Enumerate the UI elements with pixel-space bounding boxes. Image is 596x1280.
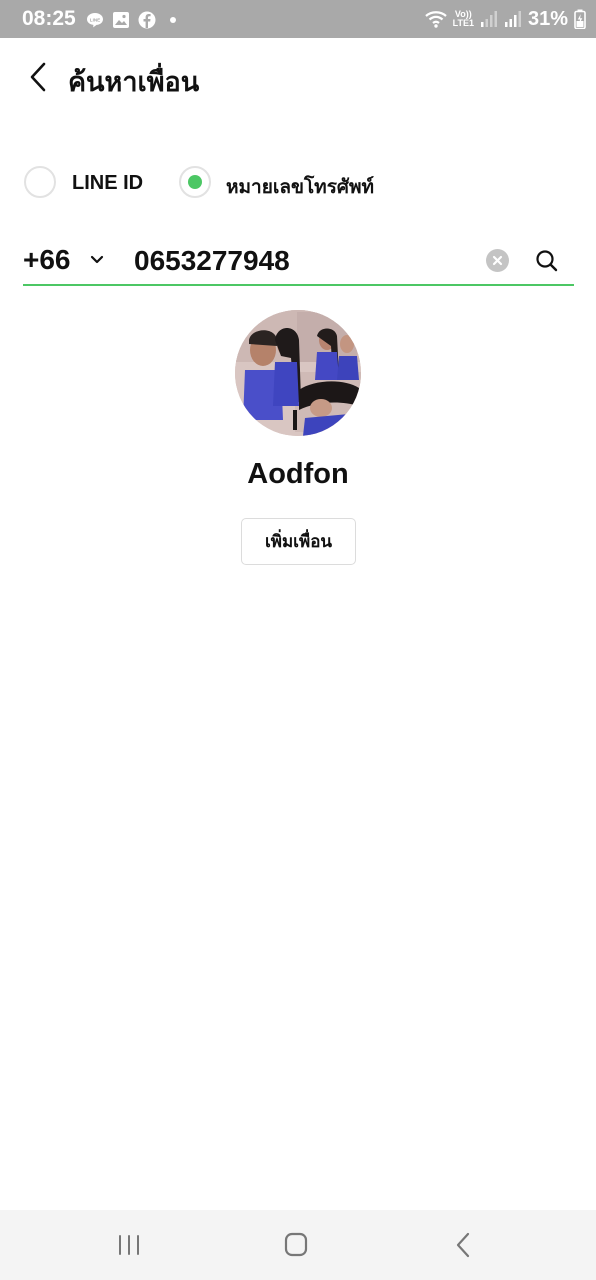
profile-photo bbox=[235, 310, 361, 436]
radio-selected-dot bbox=[188, 175, 202, 189]
status-right-group: Vo)) LTE1 31% bbox=[424, 6, 586, 32]
add-friend-button[interactable]: เพิ่มเพื่อน bbox=[241, 518, 356, 565]
radio-line-id-label[interactable]: LINE ID bbox=[72, 172, 143, 195]
radio-phone-number[interactable] bbox=[179, 166, 211, 198]
battery-percent: 31% bbox=[527, 7, 568, 30]
radio-line-id[interactable] bbox=[24, 166, 56, 198]
profile-name: Aodfon bbox=[247, 458, 349, 490]
nav-back-icon[interactable] bbox=[444, 1230, 484, 1260]
recent-apps-icon[interactable] bbox=[110, 1230, 150, 1260]
wifi-icon bbox=[424, 11, 447, 28]
phone-number-input[interactable] bbox=[134, 240, 474, 282]
volte-bottom-label: LTE1 bbox=[452, 18, 474, 28]
system-nav-bar bbox=[0, 1210, 596, 1280]
home-icon[interactable] bbox=[276, 1230, 316, 1260]
search-button[interactable] bbox=[534, 248, 560, 274]
back-button[interactable] bbox=[24, 58, 54, 96]
chevron-down-icon[interactable] bbox=[89, 252, 105, 268]
gallery-notification-icon bbox=[113, 12, 129, 28]
radio-phone-number-label[interactable]: หมายเลขโทรศัพท์ bbox=[226, 172, 374, 202]
clear-input-button[interactable] bbox=[486, 249, 509, 272]
country-code-selector[interactable]: +66 bbox=[23, 244, 71, 276]
signal-icon-sim2 bbox=[504, 11, 521, 27]
page-title: ค้นหาเพื่อน bbox=[68, 67, 200, 98]
close-icon bbox=[492, 255, 503, 266]
avatar[interactable] bbox=[235, 310, 361, 436]
volte-indicator: Vo)) LTE1 bbox=[453, 10, 474, 28]
battery-charging-icon bbox=[574, 9, 586, 29]
svg-text:LINE: LINE bbox=[90, 17, 100, 22]
facebook-notification-icon bbox=[138, 11, 156, 29]
input-underline bbox=[23, 284, 574, 286]
line-notification-icon: LINE bbox=[87, 13, 103, 28]
signal-icon-sim1 bbox=[480, 11, 497, 27]
dot-icon bbox=[170, 17, 176, 23]
status-time: 08:25 bbox=[22, 7, 76, 30]
status-bar: 08:25 LINE Vo)) LTE1 31% bbox=[0, 0, 596, 38]
